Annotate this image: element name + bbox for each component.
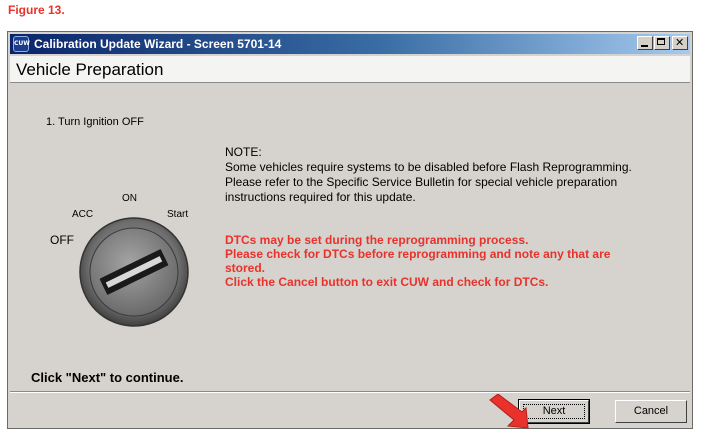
dtc-warning: DTCs may be set during the reprogramming… (225, 233, 665, 289)
warning-line: stored. (225, 261, 266, 275)
close-icon[interactable] (672, 36, 688, 50)
title-bar[interactable]: CUW Calibration Update Wizard - Screen 5… (10, 34, 690, 54)
cuw-app-icon[interactable]: CUW (13, 36, 30, 52)
minimize-icon[interactable] (637, 36, 653, 50)
note-line: instructions required for this update. (225, 190, 416, 204)
wizard-window: CUW Calibration Update Wizard - Screen 5… (7, 31, 693, 429)
footer-divider (10, 391, 690, 393)
warning-line: DTCs may be set during the reprogramming… (225, 233, 529, 247)
page-title: Vehicle Preparation (16, 60, 164, 79)
focus-rect (523, 404, 585, 419)
step-instruction: 1. Turn Ignition OFF (46, 116, 144, 128)
warning-line: Please check for DTCs before reprogrammi… (225, 247, 611, 261)
red-arrow-icon (489, 394, 529, 429)
note-block: NOTE: Some vehicles require systems to b… (225, 145, 665, 205)
warning-line: Click the Cancel button to exit CUW and … (225, 275, 549, 289)
page-header: Vehicle Preparation (10, 56, 690, 83)
ignition-label-on: ON (122, 193, 137, 204)
window-title: Calibration Update Wizard - Screen 5701-… (34, 37, 282, 51)
ignition-label-off: OFF (50, 233, 74, 247)
note-line: Please refer to the Specific Service Bul… (225, 175, 618, 189)
cancel-button[interactable]: Cancel (615, 400, 687, 423)
ignition-diagram: ON ACC Start OFF (48, 190, 208, 340)
note-line: Some vehicles require systems to be disa… (225, 160, 632, 174)
maximize-icon[interactable] (654, 36, 670, 50)
note-line: NOTE: (225, 145, 262, 159)
figure-label: Figure 13. (8, 3, 65, 17)
ignition-key-icon (79, 217, 189, 327)
continue-instruction: Click "Next" to continue. (31, 370, 184, 385)
